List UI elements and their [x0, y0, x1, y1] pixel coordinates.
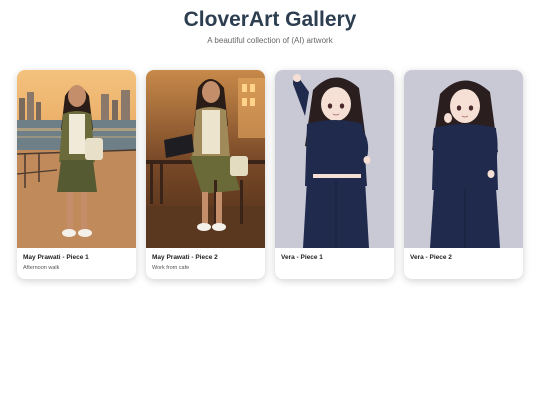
gallery-grid: May Prawati - Piece 1 Afternoon walk May…: [17, 70, 523, 279]
artwork-image-vera-2: [404, 70, 523, 248]
card-title: May Prawati - Piece 1: [23, 254, 89, 261]
card-title: Vera - Piece 2: [410, 254, 452, 261]
artwork-image-cafe: [146, 70, 265, 248]
artwork-image-waterfront: [17, 70, 136, 248]
card-description: Afternoon walk: [23, 265, 60, 271]
page-subtitle: A beautiful collection of (AI) artwork: [207, 36, 333, 45]
page-header: CloverArt Gallery A beautiful collection…: [0, 0, 540, 46]
gallery-card[interactable]: May Prawati - Piece 2 Work from cafe: [146, 70, 265, 279]
page-title: CloverArt Gallery: [183, 8, 357, 31]
card-title: Vera - Piece 1: [281, 254, 323, 261]
gallery-card[interactable]: May Prawati - Piece 1 Afternoon walk: [17, 70, 136, 279]
card-description: Work from cafe: [152, 265, 190, 271]
gallery-card[interactable]: Vera - Piece 1: [275, 70, 394, 279]
card-title: May Prawati - Piece 2: [152, 254, 218, 261]
gallery-card[interactable]: Vera - Piece 2: [404, 70, 523, 279]
artwork-image-vera-1: [275, 70, 394, 248]
